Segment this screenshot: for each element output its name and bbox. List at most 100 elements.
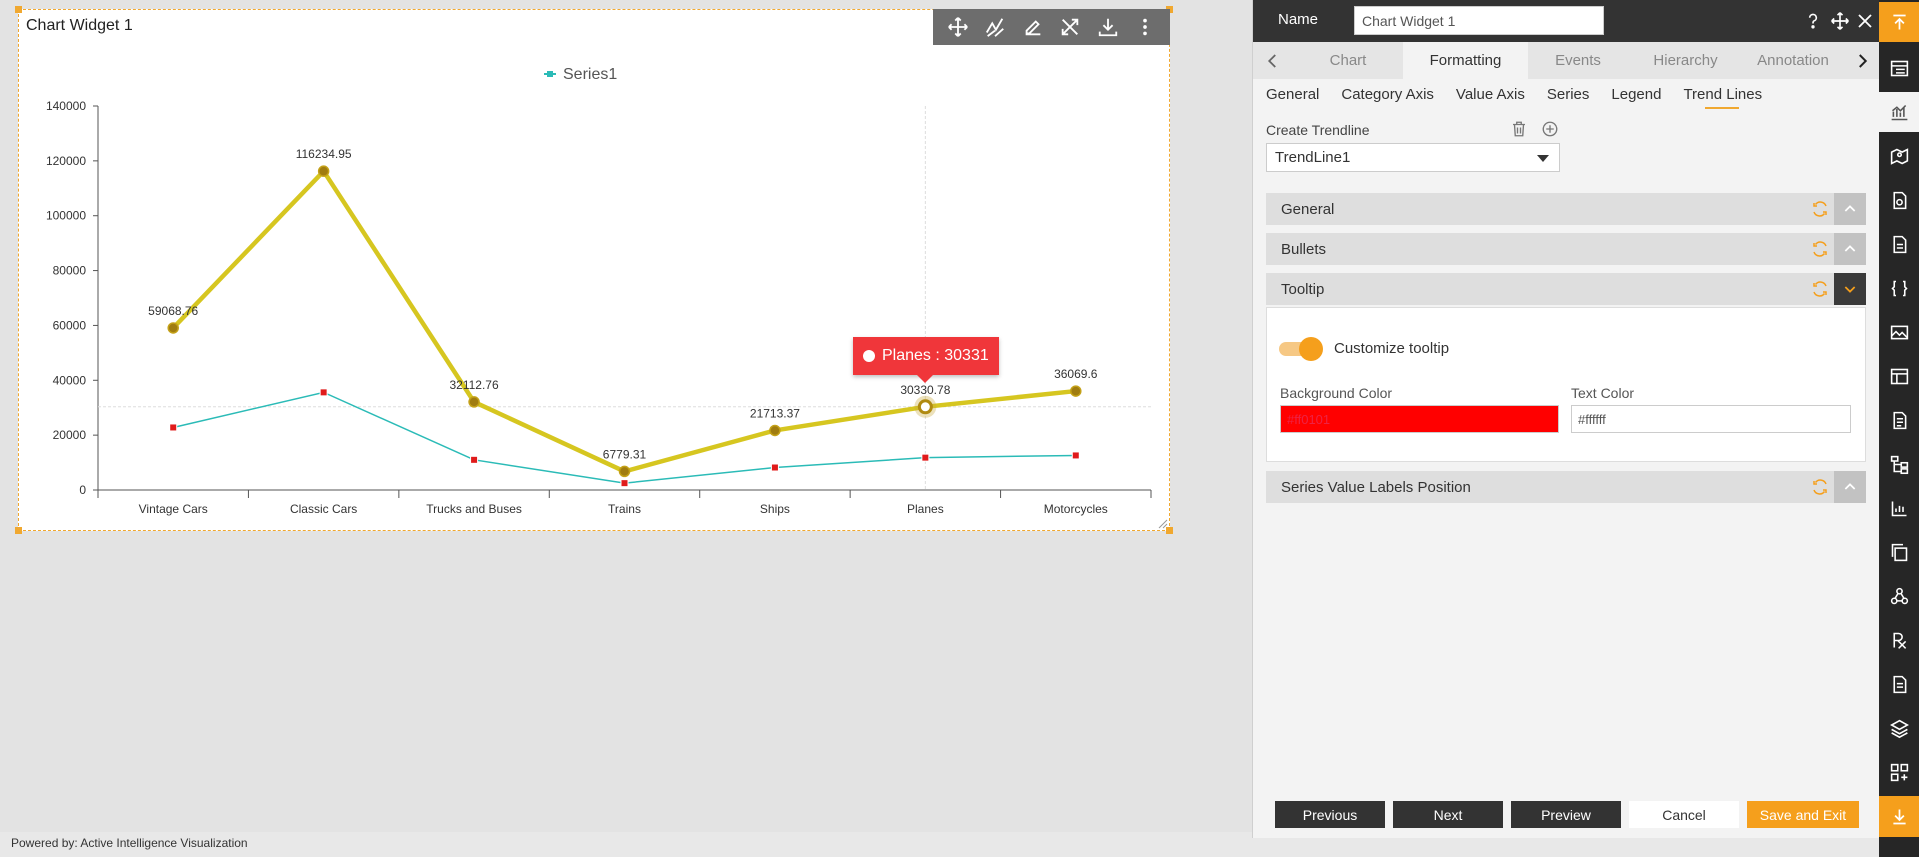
document-widget-icon[interactable]: [1879, 224, 1919, 264]
table-widget-icon[interactable]: [1879, 48, 1919, 88]
trendline-value-label: 6779.31: [603, 447, 647, 461]
notes-widget-icon[interactable]: [1879, 664, 1919, 704]
section-general-title: General: [1281, 201, 1335, 218]
name-label: Name: [1278, 11, 1319, 28]
close-icon[interactable]: [1854, 10, 1876, 32]
tooltip-text: Planes : 30331: [882, 347, 989, 364]
tab-annotation[interactable]: Annotation: [1743, 42, 1843, 79]
save-and-exit-button[interactable]: Save and Exit: [1747, 801, 1859, 828]
move-icon[interactable]: [944, 13, 972, 41]
reset-icon[interactable]: [1811, 200, 1829, 218]
y-tick-label: 80000: [53, 264, 87, 278]
copy-widget-icon[interactable]: [1879, 532, 1919, 572]
legend-marker: [547, 71, 553, 77]
trendline-select[interactable]: TrendLine1: [1266, 143, 1560, 172]
chevron-up-icon: [1844, 483, 1856, 490]
y-tick-label: 20000: [53, 428, 87, 442]
map-widget-icon[interactable]: [1879, 136, 1919, 176]
download-icon[interactable]: [1094, 13, 1122, 41]
collapse-series-labels-button[interactable]: [1834, 471, 1866, 503]
delete-trendline-icon[interactable]: [1510, 120, 1528, 138]
hierarchy-widget-icon[interactable]: [1879, 444, 1919, 484]
x-tick-label: Vintage Cars: [139, 502, 208, 516]
trendline-value-label: 116234.95: [296, 147, 352, 161]
chevron-down-icon: [1537, 155, 1549, 162]
subtab-category-axis[interactable]: Category Axis: [1341, 86, 1434, 109]
cancel-button[interactable]: Cancel: [1629, 801, 1739, 828]
series-point: [770, 463, 779, 472]
chevron-up-icon: [1844, 245, 1856, 252]
preview-button[interactable]: Preview: [1511, 801, 1621, 828]
code-widget-icon[interactable]: [1879, 268, 1919, 308]
tabs-row: Chart Formatting Events Hierarchy Annota…: [1253, 42, 1880, 79]
subtab-general[interactable]: General: [1266, 86, 1319, 109]
help-icon[interactable]: [1802, 10, 1824, 32]
tooltip-settings: Customize tooltip Background Color Text …: [1266, 307, 1866, 462]
subtab-value-axis[interactable]: Value Axis: [1456, 86, 1525, 109]
tabs-next-icon[interactable]: [1843, 42, 1880, 79]
section-series-labels[interactable]: Series Value Labels Position: [1266, 471, 1866, 503]
trendline-point: [1070, 385, 1082, 397]
panel-header: Name: [1253, 0, 1880, 42]
collapse-bullets-button[interactable]: [1834, 233, 1866, 265]
image-widget-icon[interactable]: [1879, 312, 1919, 352]
section-bullets[interactable]: Bullets: [1266, 233, 1866, 265]
previous-button[interactable]: Previous: [1275, 801, 1385, 828]
tool-rail: [1879, 0, 1919, 857]
tab-events[interactable]: Events: [1528, 42, 1628, 79]
series-point: [169, 423, 178, 432]
layers-icon[interactable]: [1879, 708, 1919, 748]
x-tick-label: Classic Cars: [290, 502, 357, 516]
report-widget-icon[interactable]: [1879, 180, 1919, 220]
trendline-value-label: 36069.6: [1054, 367, 1098, 381]
name-input[interactable]: [1354, 6, 1604, 35]
tab-chart[interactable]: Chart: [1293, 42, 1403, 79]
network-widget-icon[interactable]: [1879, 576, 1919, 616]
collapse-bottom-icon[interactable]: [1879, 796, 1919, 837]
section-tooltip[interactable]: Tooltip: [1266, 273, 1866, 305]
chart-widget-icon[interactable]: [1879, 92, 1919, 132]
x-tick-label: Motorcycles: [1044, 502, 1108, 516]
reset-icon[interactable]: [1811, 478, 1829, 496]
subtab-legend[interactable]: Legend: [1611, 86, 1661, 109]
trendline-point: [317, 165, 330, 177]
trendline-point: [468, 396, 480, 408]
x-tick-label: Planes: [907, 502, 944, 516]
tabs-prev-icon[interactable]: [1253, 42, 1293, 79]
tab-hierarchy[interactable]: Hierarchy: [1628, 42, 1743, 79]
subtab-trend-lines[interactable]: Trend Lines: [1683, 86, 1762, 109]
x-tick-label: Trucks and Buses: [426, 502, 522, 516]
add-trendline-icon[interactable]: [1541, 120, 1559, 138]
text-color-input[interactable]: [1571, 405, 1851, 433]
trendline-point: [769, 424, 781, 437]
tools-icon[interactable]: [1056, 13, 1084, 41]
trendline-value-label: 32112.76: [449, 378, 498, 392]
move-panel-icon[interactable]: [1829, 10, 1851, 32]
powered-by-text: Powered by: Active Intelligence Visualiz…: [11, 836, 248, 850]
add-widget-icon[interactable]: [1879, 752, 1919, 792]
chart-widget[interactable]: 0 20000 40000 60000 80000 100000 120000 140000 V…: [15, 6, 1173, 534]
more-icon[interactable]: [1131, 13, 1159, 41]
kpi-widget-icon[interactable]: [1879, 488, 1919, 528]
rx-widget-icon[interactable]: [1879, 620, 1919, 660]
next-button[interactable]: Next: [1393, 801, 1503, 828]
reset-icon[interactable]: [1811, 240, 1829, 258]
section-tooltip-title: Tooltip: [1281, 281, 1325, 298]
chart-tooltip: Planes : 30331: [853, 337, 999, 383]
file-widget-icon[interactable]: [1879, 400, 1919, 440]
background-color-input[interactable]: [1280, 405, 1559, 433]
customize-tooltip-toggle[interactable]: [1279, 337, 1323, 361]
subtab-series[interactable]: Series: [1547, 86, 1590, 109]
toggle-knob: [1299, 337, 1323, 361]
expand-tooltip-button[interactable]: [1834, 273, 1866, 305]
edit-icon[interactable]: [1019, 13, 1047, 41]
section-general[interactable]: General: [1266, 193, 1866, 225]
datagrid-widget-icon[interactable]: [1879, 356, 1919, 396]
collapse-top-icon[interactable]: [1879, 2, 1919, 42]
trendline-icon[interactable]: [981, 13, 1009, 41]
tab-formatting[interactable]: Formatting: [1403, 42, 1528, 79]
collapse-general-button[interactable]: [1834, 193, 1866, 225]
reset-icon[interactable]: [1811, 280, 1829, 298]
trendline: [171, 168, 1077, 474]
y-tick-label: 140000: [46, 99, 86, 113]
